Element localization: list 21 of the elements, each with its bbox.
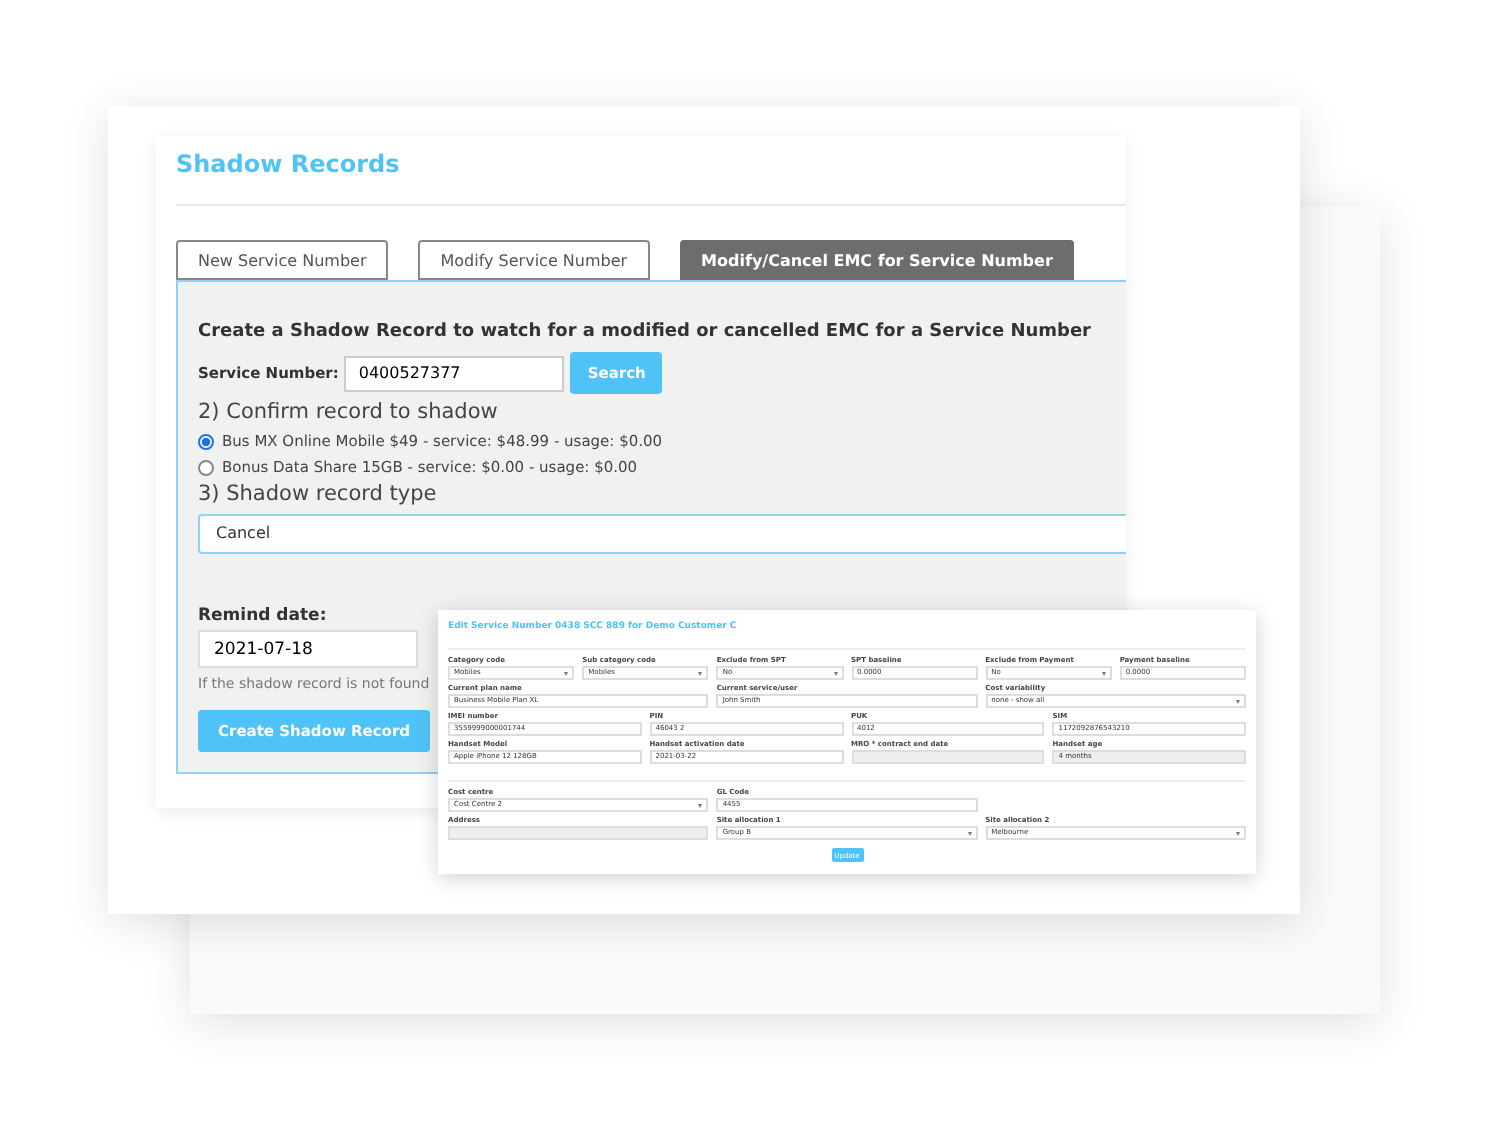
form-heading: Create a Shadow Record to watch for a modified or cancelled EMC for a Service Number	[198, 322, 1093, 342]
caret-icon	[1235, 699, 1240, 703]
tab[interactable]: Modify Service Number	[418, 240, 650, 280]
section-heading: 3) Shadow record type	[198, 482, 439, 506]
radio-button[interactable]	[198, 459, 214, 475]
caret-icon	[1235, 831, 1240, 835]
window-title: Shadow Records	[176, 148, 402, 180]
section-heading: 2) Confirm record to shadow	[198, 400, 500, 424]
record-type-select[interactable]: Cancel	[198, 514, 1126, 554]
caret-icon	[564, 671, 569, 675]
field-label: Remind date:	[198, 606, 327, 626]
tab[interactable]: New Service Number	[176, 240, 389, 280]
tab[interactable]: Modify/Cancel EMC for Service Number	[679, 240, 1075, 280]
service-number-field[interactable]: 0400527377	[344, 355, 565, 391]
caret-icon	[698, 671, 703, 675]
caret-icon	[833, 671, 837, 675]
date-field[interactable]: 2021-07-18	[198, 630, 418, 668]
caret-icon	[967, 831, 972, 835]
caret-icon	[698, 803, 703, 807]
radio-button[interactable]	[198, 433, 214, 449]
caret-icon	[1101, 671, 1106, 675]
